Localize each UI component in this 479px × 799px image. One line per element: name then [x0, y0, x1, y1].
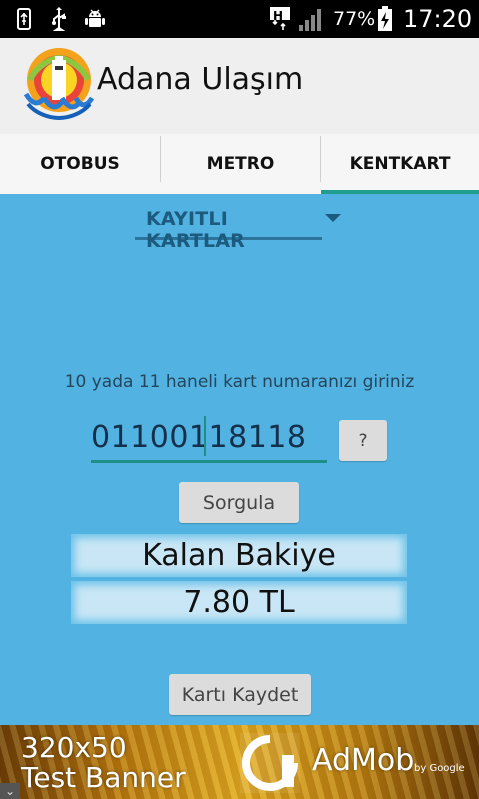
app-bar: Adana Ulaşım [0, 38, 479, 134]
balance-value: 7.80 TL [71, 581, 407, 624]
ad-banner-text: 320x50 Test Banner [21, 733, 186, 793]
tab-bar: OTOBUS METRO KENTKART [0, 134, 479, 195]
ad-test-text: Test Banner [21, 761, 186, 794]
text-cursor [204, 416, 206, 456]
help-button[interactable]: ? [339, 420, 387, 461]
dropdown-underline [135, 237, 322, 240]
kentkart-panel: KAYITLI KARTLAR 10 yada 11 haneli kart n… [0, 194, 479, 725]
ad-size-text: 320x50 [21, 731, 127, 764]
saved-cards-dropdown-label: KAYITLI KARTLAR [146, 208, 246, 252]
saved-cards-dropdown[interactable]: KAYITLI KARTLAR [135, 204, 341, 252]
battery-charging-icon [376, 6, 394, 32]
admob-brand: AdMob [312, 743, 415, 778]
usb-icon [14, 6, 34, 32]
clock: 17:20 [403, 5, 473, 33]
app-title: Adana Ulaşım [97, 62, 304, 97]
dropdown-arrow-icon [325, 214, 341, 222]
ad-collapse-icon[interactable]: ⌄ [0, 783, 20, 799]
admob-logo-icon [240, 733, 300, 793]
app-logo [22, 46, 96, 121]
card-number-underline [91, 460, 327, 463]
tab-metro[interactable]: METRO [161, 134, 320, 194]
tab-kentkart[interactable]: KENTKART [321, 134, 479, 194]
card-number-input[interactable] [91, 412, 327, 462]
admob-by-google: by Google [414, 763, 465, 774]
save-card-button[interactable]: Kartı Kaydet [169, 674, 311, 715]
battery-percent: 77% [333, 8, 376, 30]
android-debug-icon [82, 6, 108, 32]
balance-label: Kalan Bakiye [71, 534, 407, 577]
query-button[interactable]: Sorgula [179, 482, 299, 523]
status-bar: H 77% 17:20 [0, 0, 479, 38]
usb-debug-icon [48, 6, 70, 32]
ad-banner[interactable]: 320x50 Test Banner AdMob by Google ⌄ [0, 725, 479, 799]
card-number-hint: 10 yada 11 haneli kart numaranızı girini… [64, 372, 415, 392]
network-type-text: H [273, 9, 284, 23]
signal-icon [298, 6, 326, 32]
tab-otobus[interactable]: OTOBUS [0, 134, 160, 194]
